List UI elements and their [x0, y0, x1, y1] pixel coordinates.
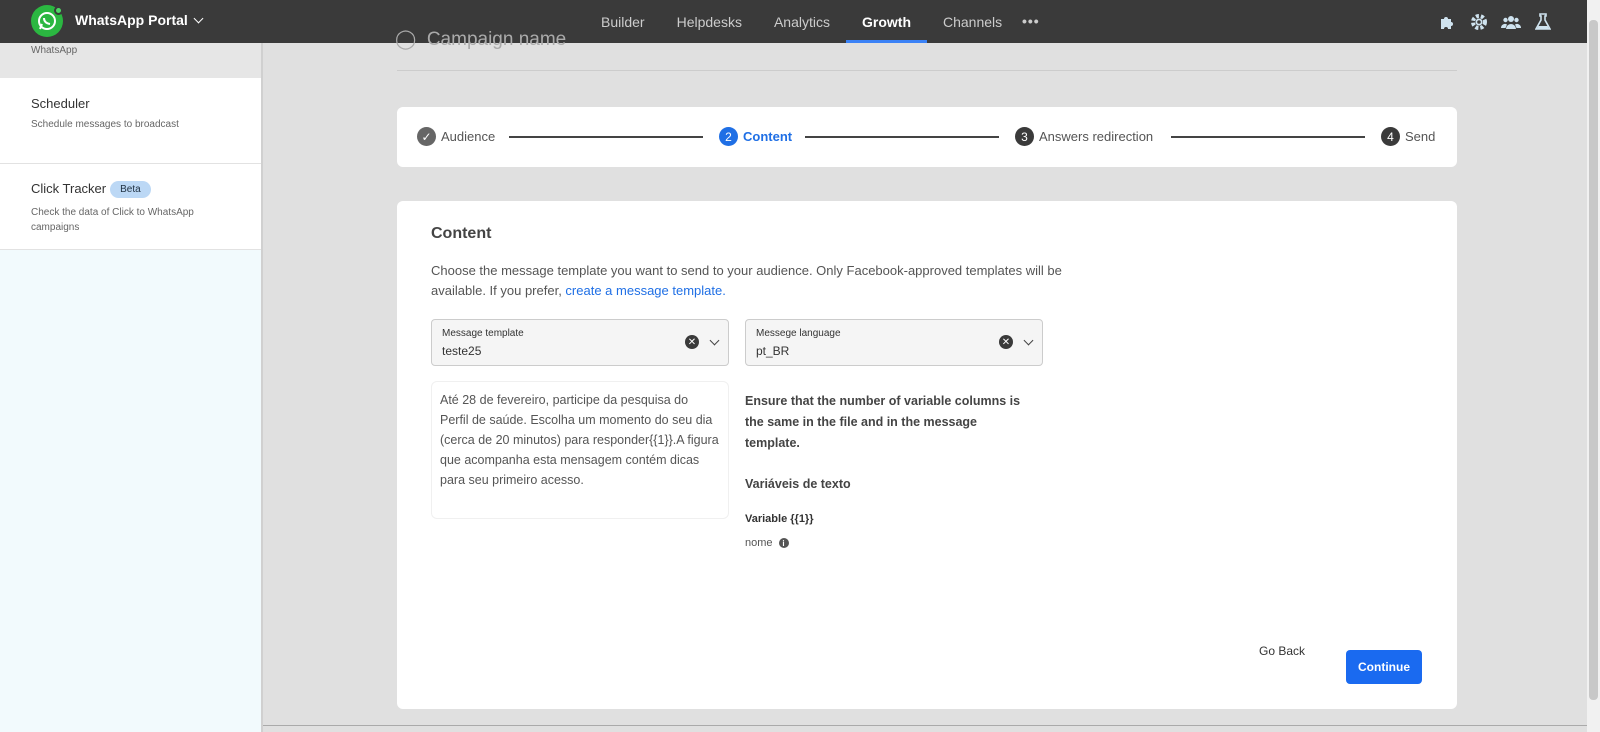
users-icon[interactable]	[1501, 12, 1521, 32]
field-label: Messege language	[756, 328, 841, 339]
sidebar-item-click-tracker[interactable]: Click Tracker Beta Check the data of Clic…	[0, 164, 261, 250]
continue-button[interactable]: Continue	[1346, 650, 1422, 684]
sidebar-item-desc: Schedule messages to broadcast	[31, 119, 179, 130]
clear-icon[interactable]: ✕	[685, 335, 699, 349]
campaign-name-title[interactable]: ◯ Campaign name	[395, 28, 566, 51]
sidebar-item-title: Scheduler	[31, 96, 90, 111]
create-template-link[interactable]: create a message template.	[565, 283, 725, 298]
step-number: 2	[719, 127, 738, 146]
divider	[397, 70, 1457, 71]
step-content[interactable]: 2 Content	[719, 127, 792, 146]
flask-icon[interactable]	[1533, 12, 1553, 32]
sidebar-item-desc: WhatsApp	[31, 45, 78, 56]
nav-helpdesks[interactable]: Helpdesks	[661, 0, 758, 43]
content-title: Content	[431, 225, 492, 242]
variables-hint: Ensure that the number of variable colum…	[745, 394, 1021, 450]
chevron-down-icon	[193, 13, 204, 23]
field-label: Message template	[442, 328, 524, 339]
clear-icon[interactable]: ✕	[999, 335, 1013, 349]
portal-selector[interactable]: WhatsApp Portal	[75, 12, 204, 28]
step-connector	[1171, 136, 1365, 138]
top-icons	[1437, 12, 1553, 32]
sidebar-item-scheduler[interactable]: Scheduler Schedule messages to broadcast	[0, 78, 261, 164]
gear-icon[interactable]	[1469, 12, 1489, 32]
nav-analytics[interactable]: Analytics	[758, 0, 846, 43]
message-template-select[interactable]: Message template teste25 ✕	[431, 319, 729, 366]
chevron-down-icon[interactable]	[1023, 335, 1034, 346]
go-back-button[interactable]: Go Back	[1259, 644, 1305, 658]
check-icon: ✓	[417, 127, 436, 146]
info-icon[interactable]: i	[778, 538, 789, 548]
puzzle-icon[interactable]	[1437, 12, 1457, 32]
stepper: ✓ Audience 2 Content 3 Answers redirecti…	[397, 107, 1457, 167]
nav-growth[interactable]: Growth	[846, 0, 927, 43]
nav-channels[interactable]: Channels	[927, 0, 1018, 43]
variables-title: Variáveis de texto	[745, 477, 851, 491]
more-icon[interactable]: •••	[1022, 13, 1040, 29]
portal-title: WhatsApp Portal	[75, 12, 188, 28]
step-answers-redirection[interactable]: 3 Answers redirection	[1015, 127, 1153, 146]
edit-icon: ◯	[395, 29, 417, 50]
step-connector	[509, 136, 703, 138]
top-navbar: WhatsApp Portal Builder Helpdesks Analyt…	[0, 0, 1587, 43]
scrollbar-thumb[interactable]	[1589, 20, 1598, 700]
variable-value-row: nome i	[745, 537, 789, 549]
variable-name: Variable {{1}}	[745, 513, 814, 525]
chevron-down-icon[interactable]	[709, 335, 720, 346]
main-nav: Builder Helpdesks Analytics Growth Chann…	[585, 0, 1018, 43]
step-audience[interactable]: ✓ Audience	[417, 127, 495, 146]
template-preview: Até 28 de fevereiro, participe da pesqui…	[431, 381, 729, 519]
nav-builder[interactable]: Builder	[585, 0, 661, 43]
beta-badge: Beta	[110, 181, 151, 199]
sidebar: WhatsApp Scheduler Schedule messages to …	[0, 43, 263, 732]
field-value: teste25	[442, 344, 482, 358]
step-send[interactable]: 4 Send	[1381, 127, 1435, 146]
vertical-scrollbar[interactable]	[1587, 0, 1600, 732]
sidebar-item-title: Click Tracker	[31, 181, 107, 196]
variable-value: nome	[745, 537, 773, 549]
description-text: Choose the message template you want to …	[431, 263, 1062, 298]
sidebar-item-whatsapp[interactable]: WhatsApp	[0, 43, 261, 78]
bottom-divider	[263, 725, 1587, 726]
status-dot	[54, 6, 63, 15]
step-connector	[805, 136, 999, 138]
message-language-select[interactable]: Messege language pt_BR ✕	[745, 319, 1043, 366]
step-number: 4	[1381, 127, 1400, 146]
step-label: Send	[1405, 129, 1436, 144]
content-description: Choose the message template you want to …	[431, 261, 1111, 301]
step-number: 3	[1015, 127, 1034, 146]
step-label: Content	[743, 129, 793, 144]
step-label: Answers redirection	[1039, 129, 1154, 144]
campaign-name: Campaign name	[426, 29, 567, 50]
sidebar-item-desc: Check the data of Click to WhatsApp camp…	[31, 207, 194, 233]
step-label: Audience	[441, 129, 496, 144]
field-value: pt_BR	[756, 344, 790, 358]
content-card: Content Choose the message template you …	[397, 201, 1457, 709]
